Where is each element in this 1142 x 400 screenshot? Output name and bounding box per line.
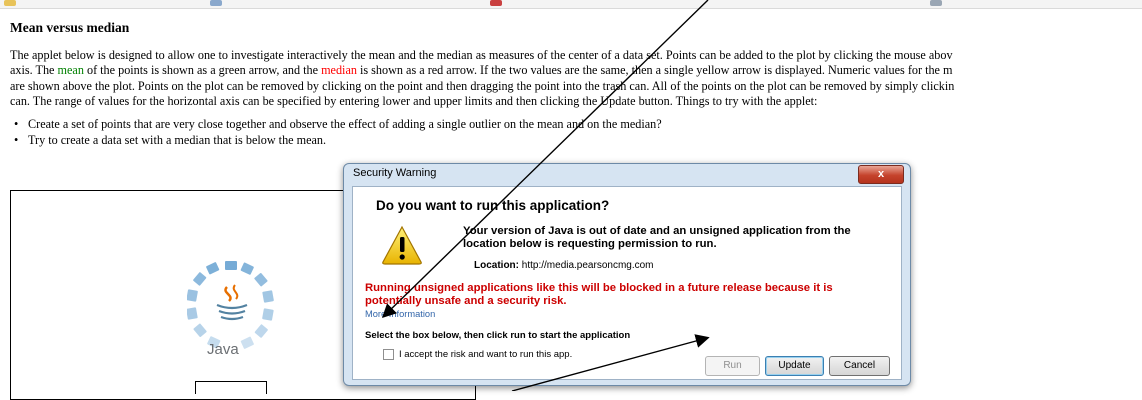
- accept-risk-checkbox[interactable]: [383, 349, 394, 360]
- list-item: Try to create a data set with a median t…: [10, 132, 1142, 148]
- dialog-body: Do you want to run this application? You…: [352, 186, 902, 380]
- dialog-question: Do you want to run this application?: [376, 198, 610, 213]
- page-title: Mean versus median: [10, 20, 130, 35]
- risk-warning-text: Running unsigned applications like this …: [365, 282, 833, 307]
- accept-risk-label[interactable]: I accept the risk and want to run this a…: [399, 349, 572, 360]
- java-logo-text: Java: [207, 341, 239, 358]
- select-instruction: Select the box below, then click run to …: [365, 330, 631, 341]
- close-button[interactable]: x: [858, 165, 904, 184]
- browser-toolbar-strip: [0, 0, 1142, 9]
- location-label: Location:: [474, 260, 519, 271]
- security-warning-dialog: Security Warning x Do you want to run th…: [343, 163, 911, 386]
- run-button[interactable]: Run: [705, 356, 760, 376]
- intro-line-2: axis. The mean of the points is shown as…: [10, 63, 953, 78]
- accept-risk-row[interactable]: I accept the risk and want to run this a…: [383, 349, 572, 360]
- toolbar-icon[interactable]: [490, 0, 502, 6]
- median-word: median: [321, 63, 357, 78]
- intro-line-3: are shown above the plot. Points on the …: [10, 78, 955, 93]
- location-row: Location: http://media.pearsoncmg.com: [474, 260, 654, 271]
- mean-word: mean: [57, 63, 84, 78]
- warning-icon: [382, 225, 422, 265]
- java-loading-logo-icon: [187, 261, 274, 349]
- list-item: Create a set of points that are very clo…: [10, 116, 1142, 132]
- update-button[interactable]: Update: [765, 356, 824, 376]
- cancel-button[interactable]: Cancel: [829, 356, 890, 376]
- intro-line-4: can. The range of values for the horizon…: [10, 94, 818, 109]
- intro-line-1: The applet below is designed to allow on…: [10, 48, 953, 62]
- toolbar-icon[interactable]: [210, 0, 222, 6]
- dialog-message: Your version of Java is out of date and …: [463, 225, 851, 251]
- things-to-try-list: Create a set of points that are very clo…: [10, 116, 1142, 148]
- location-value: http://media.pearsoncmg.com: [521, 260, 654, 271]
- page-content: Mean versus median The applet below is d…: [10, 20, 1142, 148]
- toolbar-icon[interactable]: [4, 0, 16, 6]
- toolbar-icon[interactable]: [930, 0, 942, 6]
- more-information-link[interactable]: More Information: [365, 309, 435, 319]
- dialog-title: Security Warning: [353, 167, 437, 179]
- applet-frame-box: [195, 381, 267, 394]
